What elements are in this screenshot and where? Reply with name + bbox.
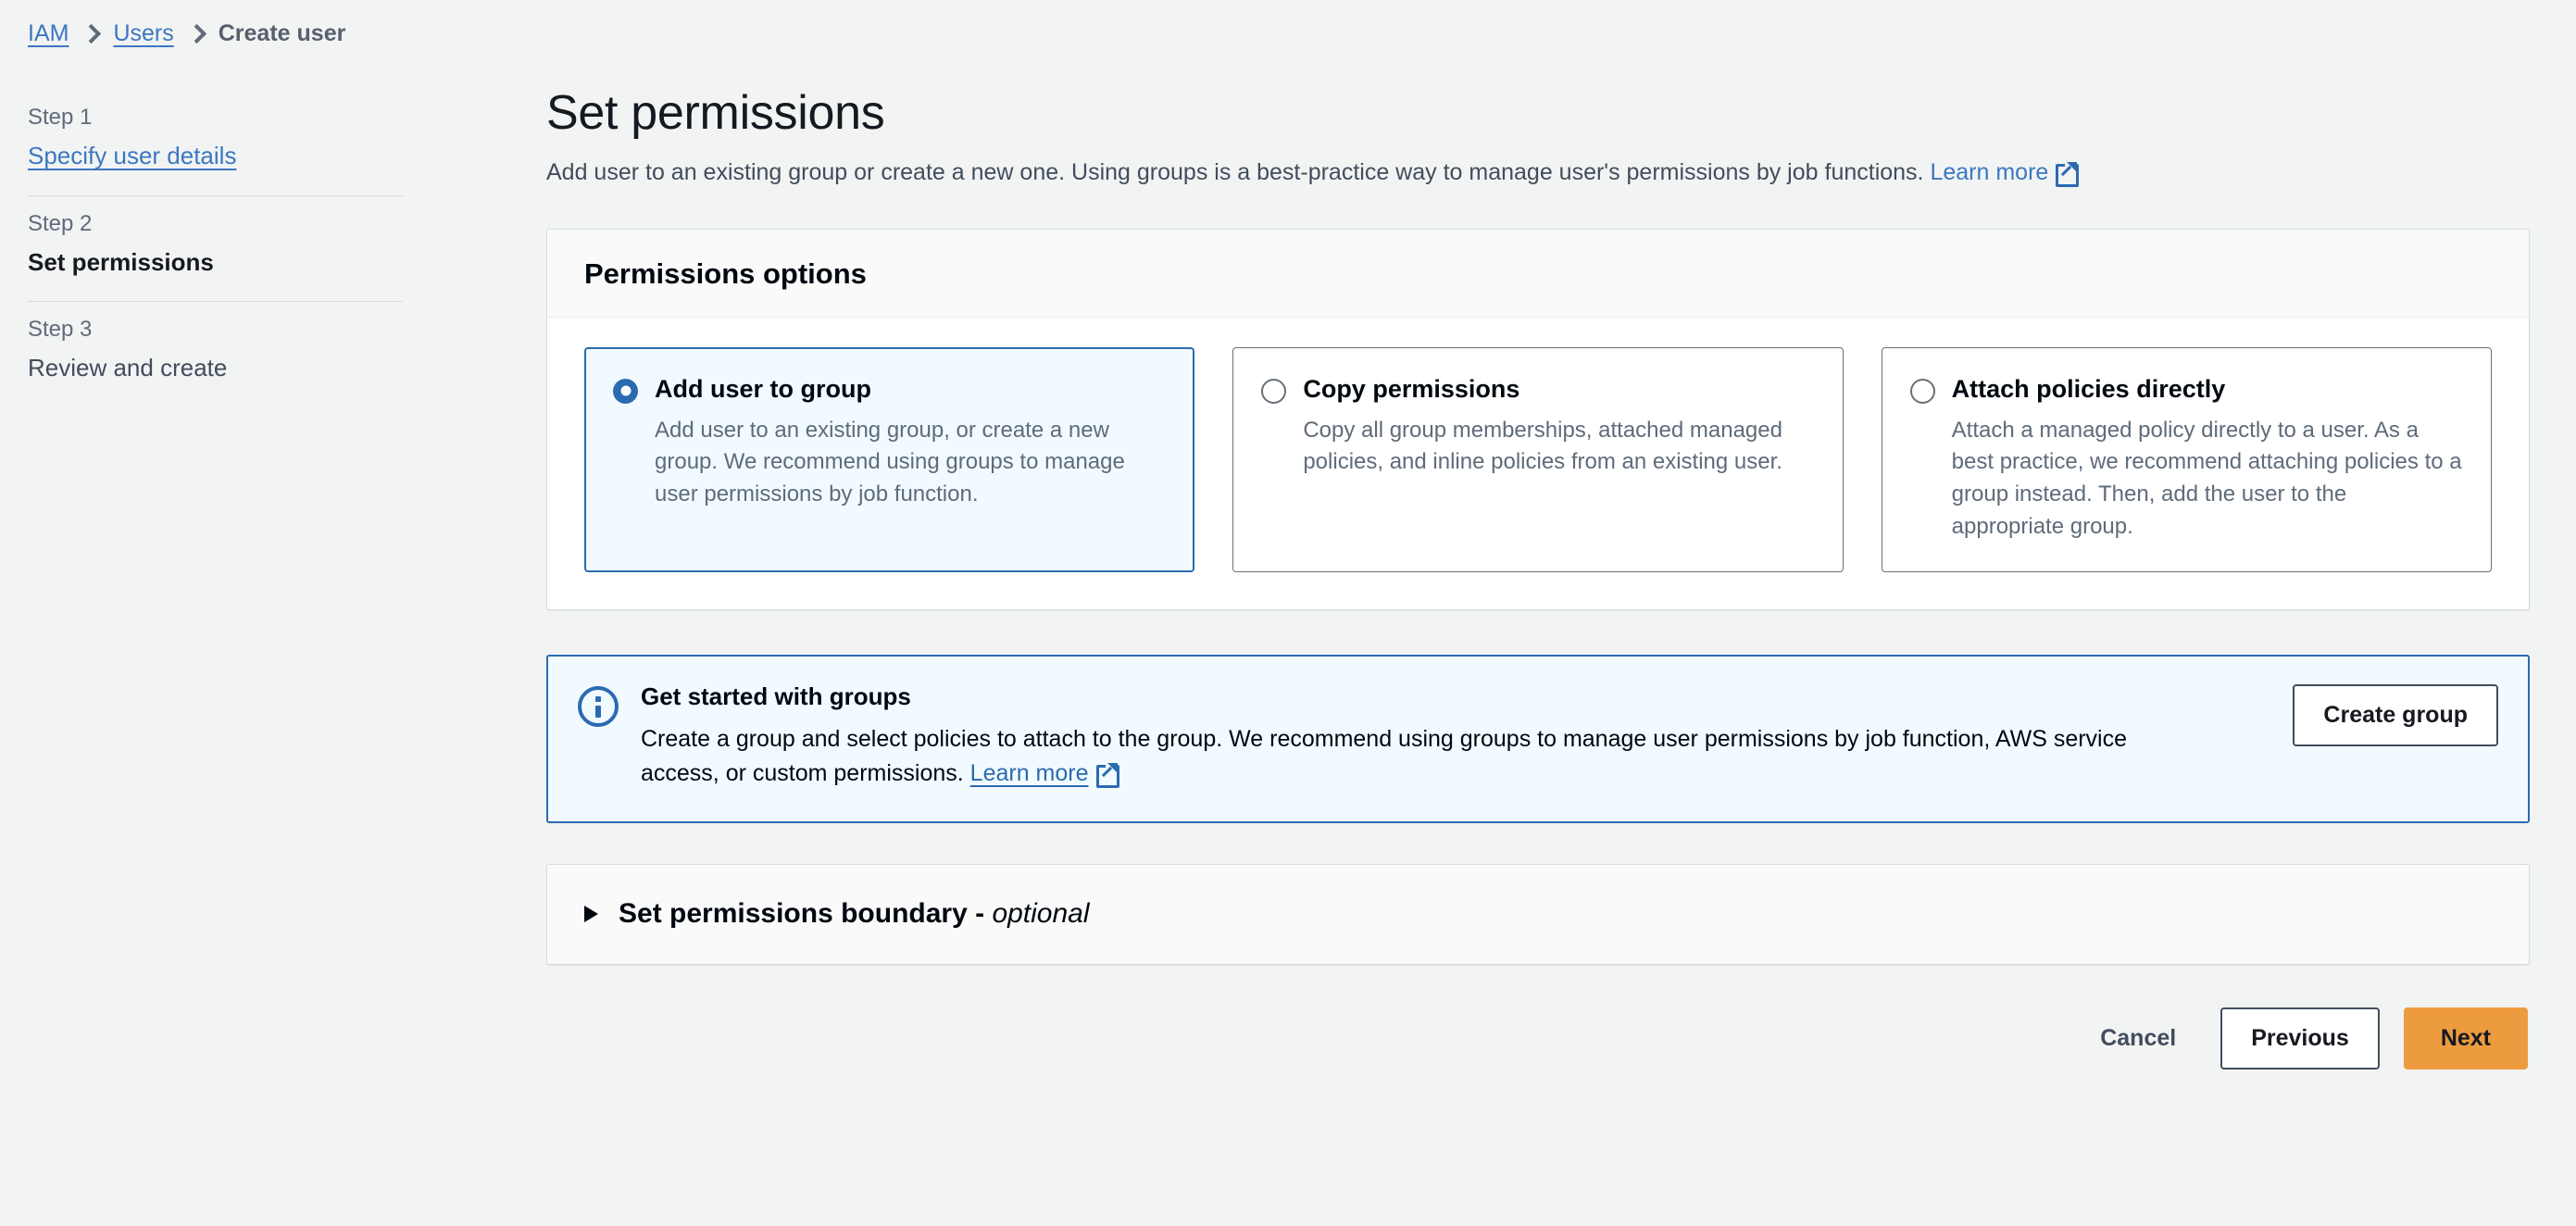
cancel-button[interactable]: Cancel xyxy=(2080,1009,2196,1068)
previous-button[interactable]: Previous xyxy=(2220,1007,2380,1070)
wizard-step-3-number: Step 3 xyxy=(28,317,93,343)
page-description-text: Add user to an existing group or create … xyxy=(546,159,1924,185)
permissions-boundary-section[interactable]: Set permissions boundary - optional xyxy=(546,863,2530,965)
permission-option-add-user-to-group[interactable]: Add user to group Add user to an existin… xyxy=(584,346,1195,572)
permission-option-attach-policies-directly[interactable]: Attach policies directly Attach a manage… xyxy=(1881,346,2492,572)
permissions-boundary-label: Set permissions boundary - xyxy=(619,897,985,929)
alert-body: Create a group and select policies to at… xyxy=(641,722,2196,792)
permissions-options-body: Add user to group Add user to an existin… xyxy=(547,318,2529,609)
permission-option-head: Add user to group xyxy=(613,374,1166,406)
page-title: Set permissions xyxy=(546,86,885,140)
chevron-right-icon xyxy=(189,22,204,46)
permission-option-head: Copy permissions xyxy=(1261,374,1814,406)
page-learn-more-link[interactable]: Learn more xyxy=(1930,159,2048,185)
breadcrumb-item-create-user: Create user xyxy=(218,20,346,46)
wizard-step-1-label[interactable]: Specify user details xyxy=(28,143,398,169)
permission-option-label: Attach policies directly xyxy=(1951,374,2226,403)
radio-unselected-icon[interactable] xyxy=(1261,378,1287,404)
wizard-step-3-label: Review and create xyxy=(28,354,228,382)
alert-text: Get started with groups Create a group a… xyxy=(641,682,2270,792)
alert-title: Get started with groups xyxy=(641,682,911,710)
info-icon xyxy=(578,685,619,727)
wizard-step-3: Step 3 Review and create xyxy=(28,309,398,394)
permissions-boundary-title: Set permissions boundary - optional xyxy=(619,898,1090,930)
main-content: Set permissions Add user to an existing … xyxy=(546,85,2530,1070)
alert-learn-more-link[interactable]: Learn more xyxy=(970,760,1089,786)
wizard-steps: Step 1 Specify user details Step 2 Set p… xyxy=(28,97,403,394)
permissions-options-panel: Permissions options Add user to group Ad… xyxy=(546,228,2530,610)
breadcrumb-item-users[interactable]: Users xyxy=(113,20,173,47)
external-link-icon xyxy=(1095,763,1119,789)
next-button[interactable]: Next xyxy=(2403,1007,2528,1070)
wizard-step-1: Step 1 Specify user details xyxy=(28,97,398,182)
permission-option-label: Add user to group xyxy=(655,374,871,403)
permissions-options-radio-group: Add user to group Add user to an existin… xyxy=(584,346,2492,572)
alert-body-text: Create a group and select policies to at… xyxy=(641,725,2128,787)
page-description: Add user to an existing group or create … xyxy=(546,157,2530,189)
permission-option-copy-permissions[interactable]: Copy permissions Copy all group membersh… xyxy=(1232,346,1844,572)
permissions-options-header: Permissions options xyxy=(547,229,2529,318)
radio-selected-icon[interactable] xyxy=(613,378,638,404)
permission-option-head: Attach policies directly xyxy=(1909,374,2463,406)
breadcrumb: IAM Users Create user xyxy=(28,20,345,47)
breadcrumb-item-iam[interactable]: IAM xyxy=(28,20,69,47)
permissions-boundary-optional-tag: optional xyxy=(992,897,1090,929)
permission-option-description: Add user to an existing group, or create… xyxy=(655,417,1125,507)
wizard-actions: Cancel Previous Next xyxy=(546,1007,2530,1070)
wizard-step-2-number: Step 2 xyxy=(28,210,93,236)
external-link-icon xyxy=(2056,162,2080,187)
permission-option-label: Copy permissions xyxy=(1303,374,1520,403)
chevron-right-icon xyxy=(83,22,98,46)
get-started-with-groups-alert: Get started with groups Create a group a… xyxy=(546,654,2530,823)
permission-option-description: Attach a managed policy directly to a us… xyxy=(1951,417,2462,539)
wizard-step-1-number: Step 1 xyxy=(28,105,93,130)
wizard-step-2-label: Set permissions xyxy=(28,247,214,276)
wizard-step-2: Step 2 Set permissions xyxy=(28,204,398,289)
wizard-step-divider xyxy=(28,194,403,196)
wizard-step-divider xyxy=(28,301,403,303)
radio-unselected-icon[interactable] xyxy=(1909,378,1935,404)
permission-option-description: Copy all group memberships, attached man… xyxy=(1303,417,1782,475)
permissions-options-title: Permissions options xyxy=(584,256,867,290)
caret-right-icon[interactable] xyxy=(584,905,598,922)
create-group-button[interactable]: Create group xyxy=(2293,683,2498,746)
